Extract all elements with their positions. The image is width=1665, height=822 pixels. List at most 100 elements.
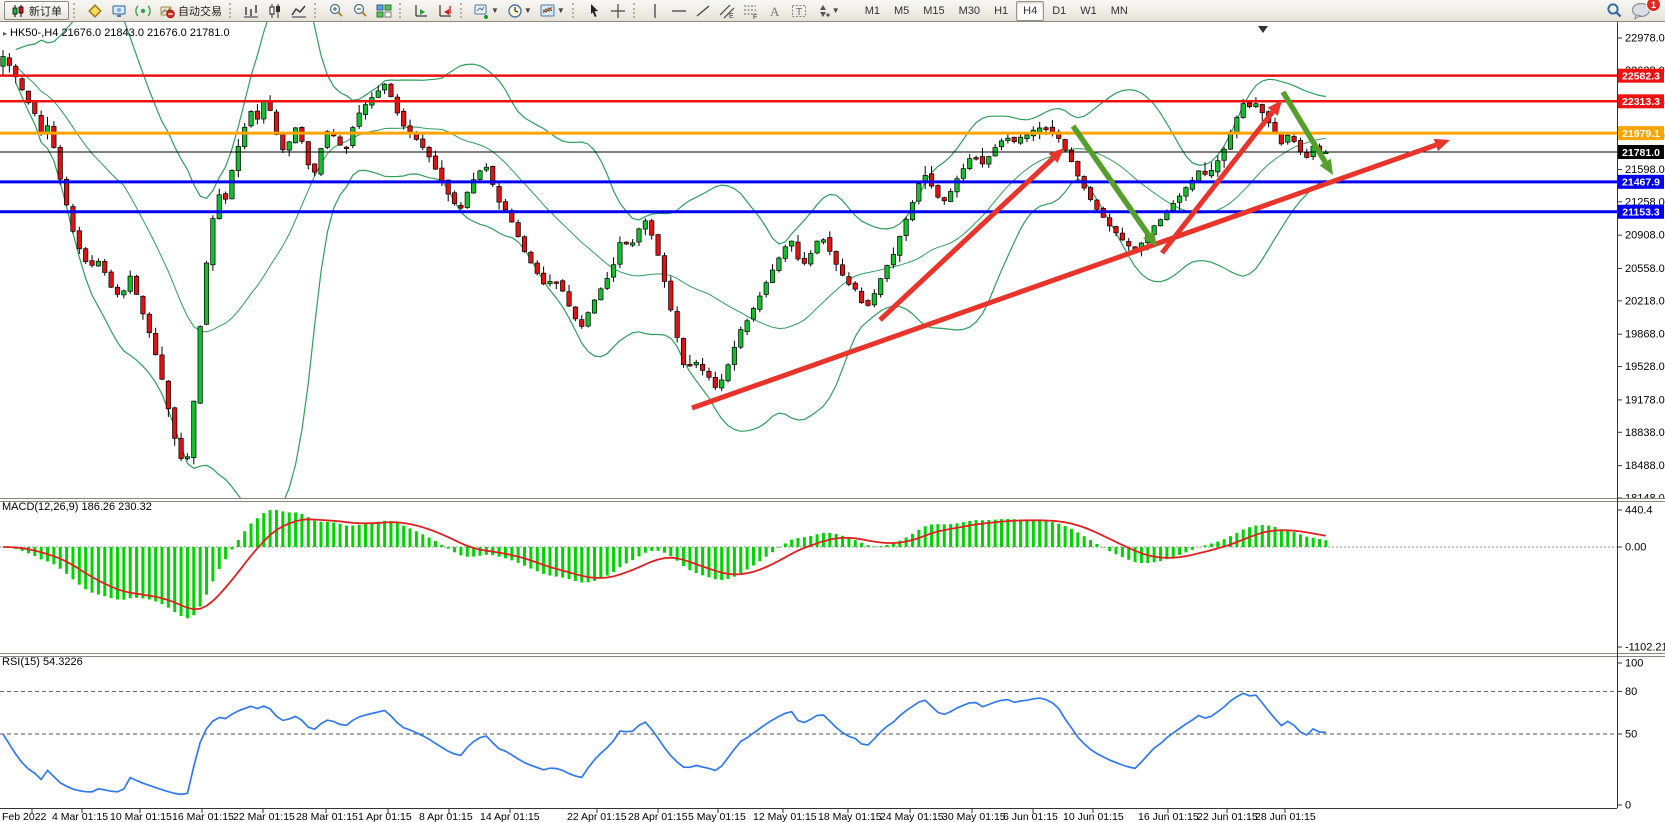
zoom-out-icon xyxy=(352,3,368,19)
chart-area[interactable]: 22978.022638.022298.021948.021598.021258… xyxy=(0,22,1665,822)
time-axis-label[interactable]: 16 Mar 01:15 xyxy=(172,811,234,822)
fibonacci-button[interactable]: F xyxy=(740,1,762,20)
signal-button[interactable] xyxy=(132,1,154,20)
time-axis-label[interactable]: 22 Apr 01:15 xyxy=(567,811,627,822)
candlestick-chart-button[interactable] xyxy=(264,1,286,20)
fibonacci-icon: F xyxy=(743,3,759,19)
vertical-line-button[interactable] xyxy=(644,1,666,20)
svg-text:80: 80 xyxy=(1625,686,1637,698)
crosshair-icon xyxy=(610,3,626,19)
svg-text:A: A xyxy=(770,4,780,19)
main-chart-panel[interactable] xyxy=(0,22,1617,520)
chart-shift-marker[interactable] xyxy=(1258,26,1268,33)
bar-chart-button[interactable] xyxy=(240,1,262,20)
chevron-down-icon: ▼ xyxy=(832,6,840,15)
svg-text:0.00: 0.00 xyxy=(1625,542,1646,554)
time-axis-label[interactable]: 1 Apr 01:15 xyxy=(358,811,412,822)
timeframe-button-m5[interactable]: M5 xyxy=(888,2,915,20)
time-axis-label[interactable]: 22 Jun 01:15 xyxy=(1197,811,1258,822)
templates-button[interactable]: ▼ xyxy=(537,1,568,20)
time-axis-label[interactable]: 28 Mar 01:15 xyxy=(296,811,358,822)
time-axis-label[interactable]: 5 May 01:15 xyxy=(688,811,746,822)
time-axis-label[interactable]: 10 Jun 01:15 xyxy=(1063,811,1124,822)
time-axis-label[interactable]: 22 Mar 01:15 xyxy=(233,811,295,822)
svg-text:E: E xyxy=(729,13,734,19)
svg-text:440.4: 440.4 xyxy=(1625,505,1653,517)
timeframe-button-mn[interactable]: MN xyxy=(1105,2,1134,20)
toolbar-grip xyxy=(572,3,579,18)
zoom-out-button[interactable] xyxy=(349,1,371,20)
timeframe-button-d1[interactable]: D1 xyxy=(1046,2,1072,20)
search-button[interactable] xyxy=(1602,1,1626,20)
trend-arrow-long-red[interactable] xyxy=(692,145,1436,408)
cursor-icon xyxy=(586,3,602,19)
arrows-button[interactable]: ▼ xyxy=(812,1,843,20)
trendline-button[interactable] xyxy=(692,1,714,20)
svg-text:22582.3: 22582.3 xyxy=(1622,70,1660,82)
new-chart-icon xyxy=(474,3,490,19)
svg-text:100: 100 xyxy=(1625,658,1643,670)
chevron-down-icon: ▼ xyxy=(557,6,565,15)
text-label-button[interactable]: T xyxy=(788,1,810,20)
template-icon xyxy=(540,3,556,19)
radio-signal-icon xyxy=(135,3,151,19)
time-axis-label[interactable]: 24 May 01:15 xyxy=(880,811,944,822)
time-axis-label[interactable]: 28 Jun 01:15 xyxy=(1255,811,1316,822)
svg-text:18838.0: 18838.0 xyxy=(1625,427,1665,439)
timeframe-button-m30[interactable]: M30 xyxy=(953,2,986,20)
periods-button[interactable]: ▼ xyxy=(504,1,535,20)
notification-badge: 1 xyxy=(1646,0,1661,12)
auto-scroll-icon xyxy=(413,3,429,19)
svg-text:22313.3: 22313.3 xyxy=(1622,96,1660,108)
auto-scroll-button[interactable] xyxy=(410,1,432,20)
time-axis-label[interactable]: 14 Apr 01:15 xyxy=(480,811,540,822)
autotrading-button[interactable]: 自动交易 xyxy=(156,1,225,20)
timeframe-button-h1[interactable]: H1 xyxy=(988,2,1014,20)
time-axis-label[interactable]: 28 Apr 01:15 xyxy=(628,811,688,822)
macd-indicator-label: MACD(12,26,9) 186.26 230.32 xyxy=(2,501,152,513)
time-axis-label[interactable]: 30 May 01:15 xyxy=(942,811,1006,822)
timeframe-button-h4[interactable]: H4 xyxy=(1016,1,1044,21)
bar-chart-icon xyxy=(243,3,259,19)
time-axis-label[interactable]: 18 May 01:15 xyxy=(818,811,882,822)
new-chart-button[interactable]: ▼ xyxy=(471,1,502,20)
timeframe-button-w1[interactable]: W1 xyxy=(1074,2,1103,20)
macd-panel[interactable] xyxy=(0,510,1617,618)
cursor-button[interactable] xyxy=(583,1,605,20)
time-axis-label[interactable]: Feb 2022 xyxy=(2,811,47,822)
equidistant-channel-button[interactable]: E xyxy=(716,1,738,20)
svg-text:21598.0: 21598.0 xyxy=(1625,164,1665,176)
svg-text:20908.0: 20908.0 xyxy=(1625,230,1665,242)
chart-shift-icon xyxy=(437,3,453,19)
crosshair-button[interactable] xyxy=(607,1,629,20)
main-toolbar: 新订单 自动交易 xyxy=(0,0,1665,22)
clock-icon xyxy=(507,3,523,19)
timeframe-toolbar: M1M5M15M30H1H4D1W1MN xyxy=(858,1,1135,21)
new-order-button[interactable]: 新订单 xyxy=(4,1,69,20)
chart-shift-button[interactable] xyxy=(434,1,456,20)
gold-diamond-icon xyxy=(87,3,103,19)
time-axis-label[interactable]: 12 May 01:15 xyxy=(753,811,817,822)
diamond-button[interactable] xyxy=(84,1,106,20)
tile-windows-icon xyxy=(376,3,392,19)
price-axis[interactable]: 22978.022638.022298.021948.021598.021258… xyxy=(1617,33,1665,812)
time-axis-label[interactable]: 16 Jun 01:15 xyxy=(1138,811,1199,822)
monitor-button[interactable] xyxy=(108,1,130,20)
tile-windows-button[interactable] xyxy=(373,1,395,20)
svg-text:21979.1: 21979.1 xyxy=(1622,128,1660,140)
timeframe-button-m15[interactable]: M15 xyxy=(917,2,950,20)
timeframe-button-m1[interactable]: M1 xyxy=(859,2,886,20)
horizontal-line-button[interactable] xyxy=(668,1,690,20)
line-chart-button[interactable] xyxy=(288,1,310,20)
time-axis-label[interactable]: 4 Mar 01:15 xyxy=(52,811,108,822)
notifications-button[interactable]: 1 xyxy=(1628,1,1656,20)
rsi-panel[interactable] xyxy=(0,691,1617,794)
text-button[interactable]: A xyxy=(764,1,786,20)
zoom-in-button[interactable] xyxy=(325,1,347,20)
time-axis-label[interactable]: 6 Jun 01:15 xyxy=(1003,811,1058,822)
toolbar-grip xyxy=(633,3,640,18)
chevron-down-icon: ▼ xyxy=(524,6,532,15)
time-axis-label[interactable]: 10 Mar 01:15 xyxy=(110,811,172,822)
time-axis-label[interactable]: 8 Apr 01:15 xyxy=(419,811,473,822)
svg-text:19178.0: 19178.0 xyxy=(1625,394,1665,406)
